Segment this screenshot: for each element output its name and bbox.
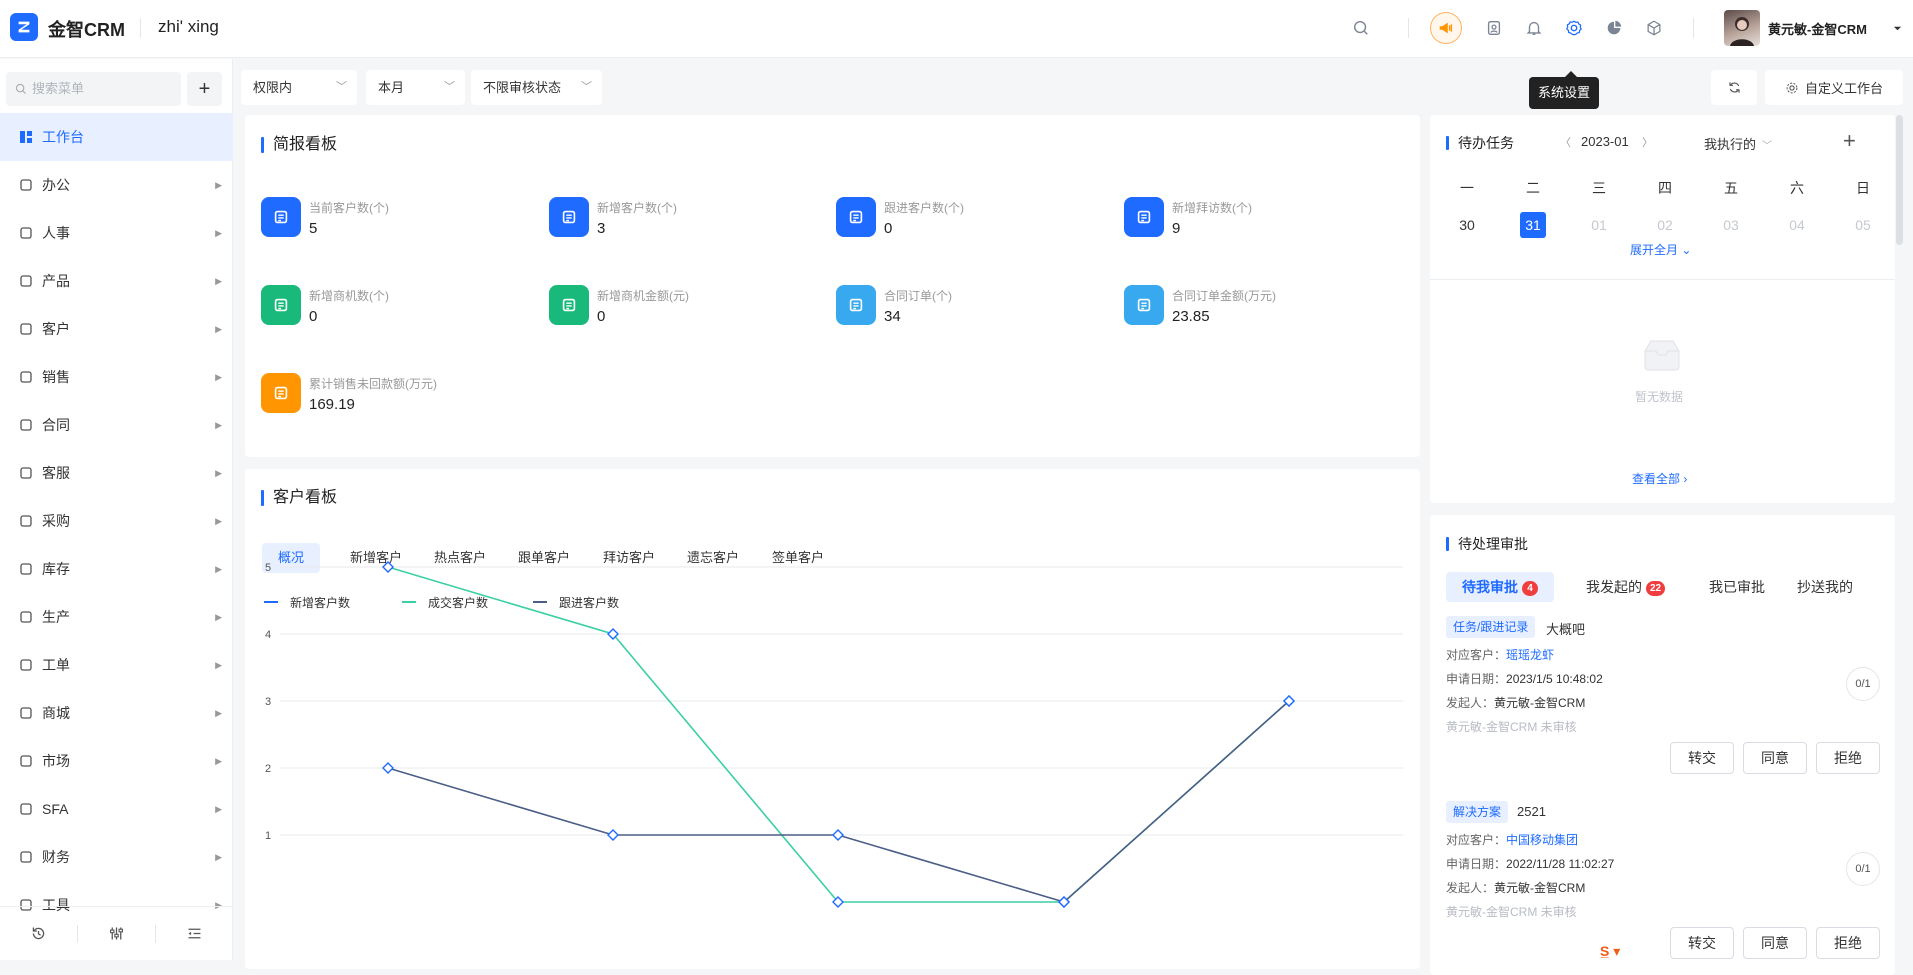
calendar-day[interactable]: 04 <box>1784 212 1810 238</box>
customer-link[interactable]: 瑶瑶龙虾 <box>1506 648 1554 662</box>
scrollbar[interactable] <box>1896 115 1903 245</box>
reject-button[interactable]: 拒绝 <box>1816 742 1880 774</box>
approval-tab-label: 抄送我的 <box>1797 579 1853 595</box>
calendar-day[interactable]: 30 <box>1454 212 1480 238</box>
y-tick-label: 4 <box>265 629 271 641</box>
divider <box>1430 279 1895 280</box>
field-key: 对应客户： <box>1446 648 1507 662</box>
starter-value: 黄元敏-金智CRM <box>1494 696 1586 710</box>
series-line-1 <box>387 566 1290 903</box>
add-task-icon[interactable]: + <box>1843 129 1856 153</box>
chevron-down-icon: ⌄ <box>1681 243 1692 257</box>
reject-button[interactable]: 拒绝 <box>1816 927 1880 959</box>
expand-month-link[interactable]: 展开全月 ⌄ <box>1630 241 1691 258</box>
weekday-label: 三 <box>1592 180 1606 196</box>
approval-progress: 0/1 <box>1846 852 1880 886</box>
agree-button[interactable]: 同意 <box>1743 742 1807 774</box>
approval-starter: 发起人：黄元敏-金智CRM <box>1446 879 1585 896</box>
count-badge: 22 <box>1646 581 1666 596</box>
weekday-label: 六 <box>1790 180 1804 196</box>
approval-tab-2[interactable]: 我已审批 <box>1709 572 1765 602</box>
customer-link[interactable]: 中国移动集团 <box>1506 833 1578 847</box>
prev-month-icon[interactable]: 〈 <box>1560 134 1571 150</box>
data-point[interactable] <box>832 829 844 841</box>
agree-button[interactable]: 同意 <box>1743 927 1807 959</box>
date-value: 2023/1/5 10:48:02 <box>1506 672 1603 686</box>
y-tick-label: 1 <box>265 830 271 842</box>
approval-name[interactable]: 2521 <box>1517 804 1546 819</box>
field-key: 对应客户： <box>1446 833 1507 847</box>
current-month: 2023-01 <box>1581 134 1629 149</box>
empty-inbox-icon <box>1637 335 1687 378</box>
weekday-label: 五 <box>1724 180 1738 196</box>
transfer-button[interactable]: 转交 <box>1670 742 1734 774</box>
approval-customer: 对应客户：中国移动集团 <box>1446 831 1578 848</box>
weekday-label: 一 <box>1460 180 1474 196</box>
tasks-title: 待办任务 <box>1446 134 1514 152</box>
approval-status: 黄元敏-金智CRM 未审核 <box>1446 905 1577 919</box>
field-key: 发起人： <box>1446 696 1495 710</box>
approval-type-tag: 任务/跟进记录 <box>1446 616 1536 638</box>
transfer-button[interactable]: 转交 <box>1670 927 1734 959</box>
approval-status: 黄元敏-金智CRM 未审核 <box>1446 720 1577 734</box>
field-key: 发起人： <box>1446 881 1495 895</box>
y-tick-label: 2 <box>265 763 271 775</box>
tasks-card <box>1430 115 1895 503</box>
weekday-label: 日 <box>1856 180 1870 196</box>
data-point[interactable] <box>382 762 394 774</box>
weekday-label: 四 <box>1658 180 1672 196</box>
calendar-day[interactable]: 31 <box>1520 212 1546 238</box>
approval-tab-label: 待我审批 <box>1462 579 1518 595</box>
field-key: 申请日期： <box>1446 672 1507 686</box>
data-point[interactable] <box>607 829 619 841</box>
calendar-day[interactable]: 01 <box>1586 212 1612 238</box>
calendar-day[interactable]: 05 <box>1850 212 1876 238</box>
expand-month-label: 展开全月 <box>1630 243 1679 257</box>
approval-date: 申请日期：2023/1/5 10:48:02 <box>1446 670 1603 687</box>
view-all-label: 查看全部 <box>1632 472 1681 486</box>
series-line-2 <box>387 700 1290 903</box>
starter-value: 黄元敏-金智CRM <box>1494 881 1586 895</box>
task-filter-value: 我执行的 <box>1704 137 1757 152</box>
y-tick-label: 3 <box>265 696 271 708</box>
approval-tab-label: 我已审批 <box>1709 579 1765 595</box>
input-method-icon: S̲ ▾ <box>1600 943 1621 959</box>
approval-tab-0[interactable]: 待我审批 4 <box>1446 572 1554 602</box>
approval-starter: 发起人：黄元敏-金智CRM <box>1446 694 1585 711</box>
approval-tab-1[interactable]: 我发起的 22 <box>1586 572 1666 602</box>
empty-state-text: 暂无数据 <box>1635 390 1684 404</box>
approval-date: 申请日期：2022/11/28 11:02:27 <box>1446 855 1614 872</box>
date-value: 2022/11/28 11:02:27 <box>1506 857 1615 871</box>
count-badge: 4 <box>1522 581 1538 596</box>
data-point[interactable] <box>382 561 394 573</box>
task-filter-select[interactable]: 我执行的 ﹀ <box>1704 134 1772 153</box>
approval-progress: 0/1 <box>1846 667 1880 701</box>
chevron-down-icon: ﹀ <box>1762 141 1773 152</box>
view-all-link[interactable]: 查看全部 › <box>1632 470 1687 487</box>
y-tick-label: 5 <box>265 562 271 574</box>
approval-name[interactable]: 大概吧 <box>1546 619 1585 638</box>
next-month-icon[interactable]: 〉 <box>1642 134 1653 150</box>
chevron-right-icon: › <box>1683 472 1688 486</box>
calendar-day[interactable]: 02 <box>1652 212 1678 238</box>
approval-tab-label: 我发起的 <box>1586 579 1642 595</box>
calendar-day[interactable]: 03 <box>1718 212 1744 238</box>
approval-tab-3[interactable]: 抄送我的 <box>1797 572 1853 602</box>
approval-customer: 对应客户：瑶瑶龙虾 <box>1446 646 1554 663</box>
approvals-title: 待处理审批 <box>1446 535 1528 553</box>
field-key: 申请日期： <box>1446 857 1507 871</box>
weekday-label: 二 <box>1526 180 1540 196</box>
approval-type-tag: 解决方案 <box>1446 801 1509 823</box>
